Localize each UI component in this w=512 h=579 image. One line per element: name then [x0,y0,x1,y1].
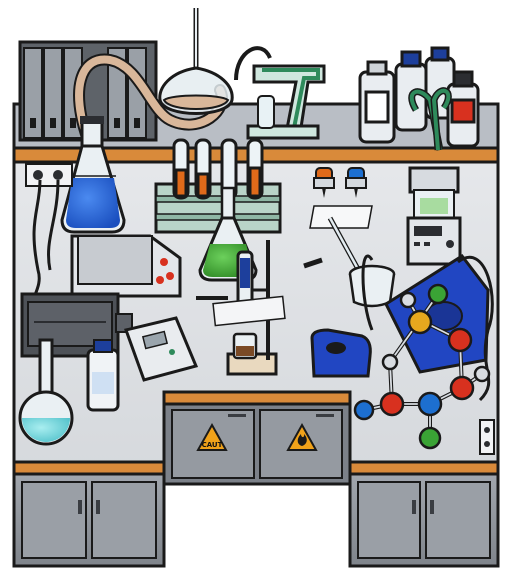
cabinet-right-door-1[interactable] [357,481,421,559]
cabinet-left-handle-1 [78,500,82,514]
atom-green-bottom[interactable] [418,426,442,450]
cabinet-right-door-2[interactable] [425,481,491,559]
hazard-sign-left-label: CAUT [202,441,223,449]
stirrer-knob-1[interactable] [160,258,168,266]
atom-yellow[interactable] [407,309,433,335]
bench-edge-center [162,390,352,406]
bench-edge-right [348,460,500,476]
stirrer-knob-2[interactable] [166,272,174,280]
wall-switch[interactable] [479,419,495,455]
bench-edge-left [12,460,166,476]
reagent-bottles[interactable] [358,46,480,148]
titrator-device[interactable] [406,166,462,266]
atom-red-3[interactable] [449,375,475,401]
condenser-flask[interactable] [257,95,275,129]
atom-green-top[interactable] [427,283,449,305]
cabinet-center-handle-2 [316,414,334,417]
cabinet-right-handle-1 [412,500,416,514]
cabinet-center-handle-1 [228,414,246,417]
blue-pump-device[interactable] [310,328,372,378]
hot-plate-stirrer[interactable] [70,234,182,298]
cabinet-left-door-1[interactable] [21,481,87,559]
cabinet-right-handle-2 [430,500,434,514]
atom-grey-top[interactable] [399,291,417,309]
atom-red-2[interactable] [379,391,405,417]
atom-grey-right[interactable] [473,365,491,383]
meter-button[interactable] [169,349,175,355]
bottle-label-red [450,98,476,124]
reflux-condenser[interactable] [234,46,326,140]
separatory-funnel[interactable] [158,8,234,115]
titrator-display [414,226,442,236]
atom-red-1[interactable] [447,327,473,353]
atom-grey-left[interactable] [381,353,399,371]
paper-sheet[interactable] [309,205,373,229]
condenser-base [246,124,320,140]
titrator-button[interactable] [446,240,454,248]
sample-bottle[interactable] [86,339,120,412]
cabinet-left-handle-2 [96,500,100,514]
atom-blue-2[interactable] [353,399,375,421]
cabinet-left-door-2[interactable] [91,481,157,559]
stirrer-knob-3[interactable] [156,276,164,284]
atom-blue-1[interactable] [417,391,443,417]
lab-workbench-scene: CAUT [12,8,500,568]
